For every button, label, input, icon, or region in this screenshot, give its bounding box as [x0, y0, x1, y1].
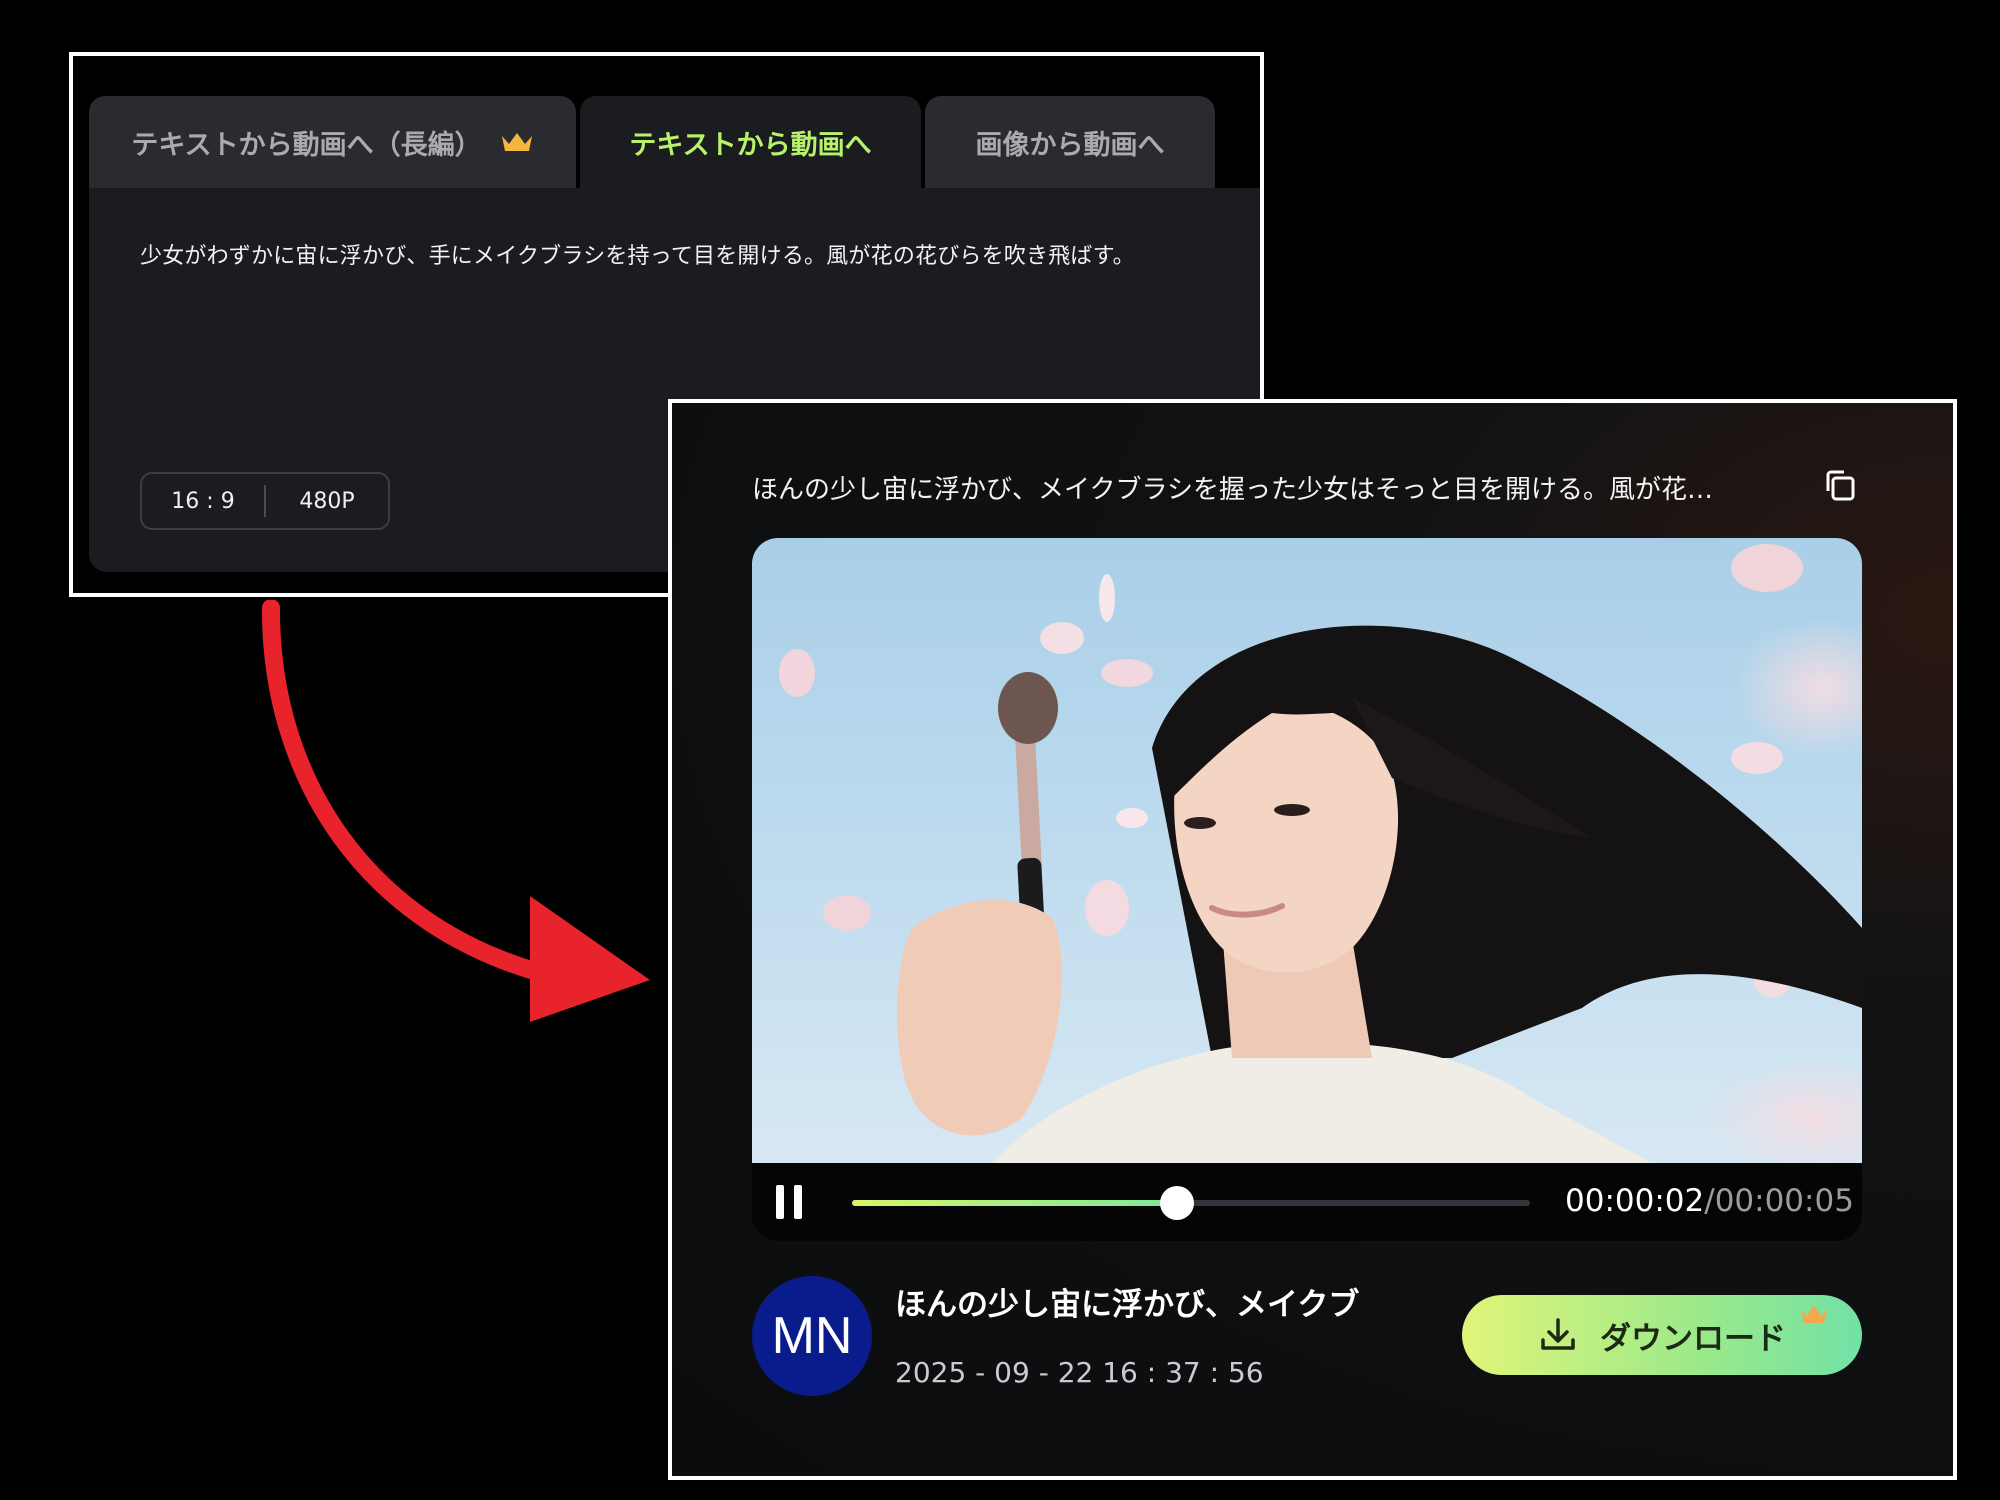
download-button[interactable]: ダウンロード [1462, 1295, 1862, 1375]
video-name: ほんの少し宙に浮かび、メイクブ [895, 1287, 1360, 1323]
crown-icon [500, 130, 534, 154]
total-time: 00:00:05 [1714, 1183, 1854, 1219]
pause-bar-left [776, 1185, 784, 1219]
aspect-ratio-value: 16 : 9 [171, 488, 235, 514]
tab-label: テキストから動画へ [629, 129, 872, 161]
download-label: ダウンロード [1600, 1320, 1786, 1357]
tab-image-to-video[interactable]: 画像から動画へ [925, 96, 1215, 188]
result-prompt-title: ほんの少し宙に浮かび、メイクブラシを握った少女はそっと目を開ける。風が花… [752, 475, 1713, 505]
tab-text-to-video-long[interactable]: テキストから動画へ（長編） [89, 96, 576, 188]
download-icon [1538, 1315, 1578, 1355]
video-result-card: ほんの少し宙に浮かび、メイクブラシを握った少女はそっと目を開ける。風が花… 00… [668, 399, 1957, 1480]
mode-tabs: テキストから動画へ（長編） テキストから動画へ 画像から動画へ [89, 96, 1260, 188]
video-frame-image [752, 538, 1862, 1163]
avatar: MN [752, 1276, 872, 1396]
tab-label: 画像から動画へ [975, 129, 1165, 161]
seek-bar-progress [852, 1200, 1178, 1206]
prompt-textarea[interactable]: 少女がわずかに宙に浮かび、手にメイクブラシを持って目を開ける。風が花の花びらを吹… [140, 238, 1135, 270]
copy-icon[interactable] [1822, 467, 1858, 503]
pause-bar-right [794, 1185, 802, 1219]
tab-label: テキストから動画へ（長編） [131, 129, 482, 161]
seek-bar[interactable] [852, 1186, 1530, 1220]
tab-text-to-video[interactable]: テキストから動画へ [580, 96, 921, 188]
seek-thumb[interactable] [1160, 1186, 1195, 1220]
created-timestamp: 2025 - 09 - 22 16 : 37 : 56 [895, 1356, 1264, 1389]
video-player[interactable]: 00:00:02/00:00:05 [752, 538, 1862, 1241]
timecode: 00:00:02/00:00:05 [1565, 1183, 1854, 1219]
pause-button[interactable] [772, 1181, 808, 1223]
player-controls: 00:00:02/00:00:05 [752, 1163, 1862, 1241]
current-time: 00:00:02 [1565, 1183, 1705, 1219]
video-settings-chip[interactable]: 16 : 9 480P [140, 472, 390, 530]
resolution-value: 480P [299, 488, 355, 514]
red-arrow-icon [240, 599, 670, 1040]
time-separator: / [1704, 1183, 1715, 1219]
crown-icon [1799, 1303, 1829, 1325]
